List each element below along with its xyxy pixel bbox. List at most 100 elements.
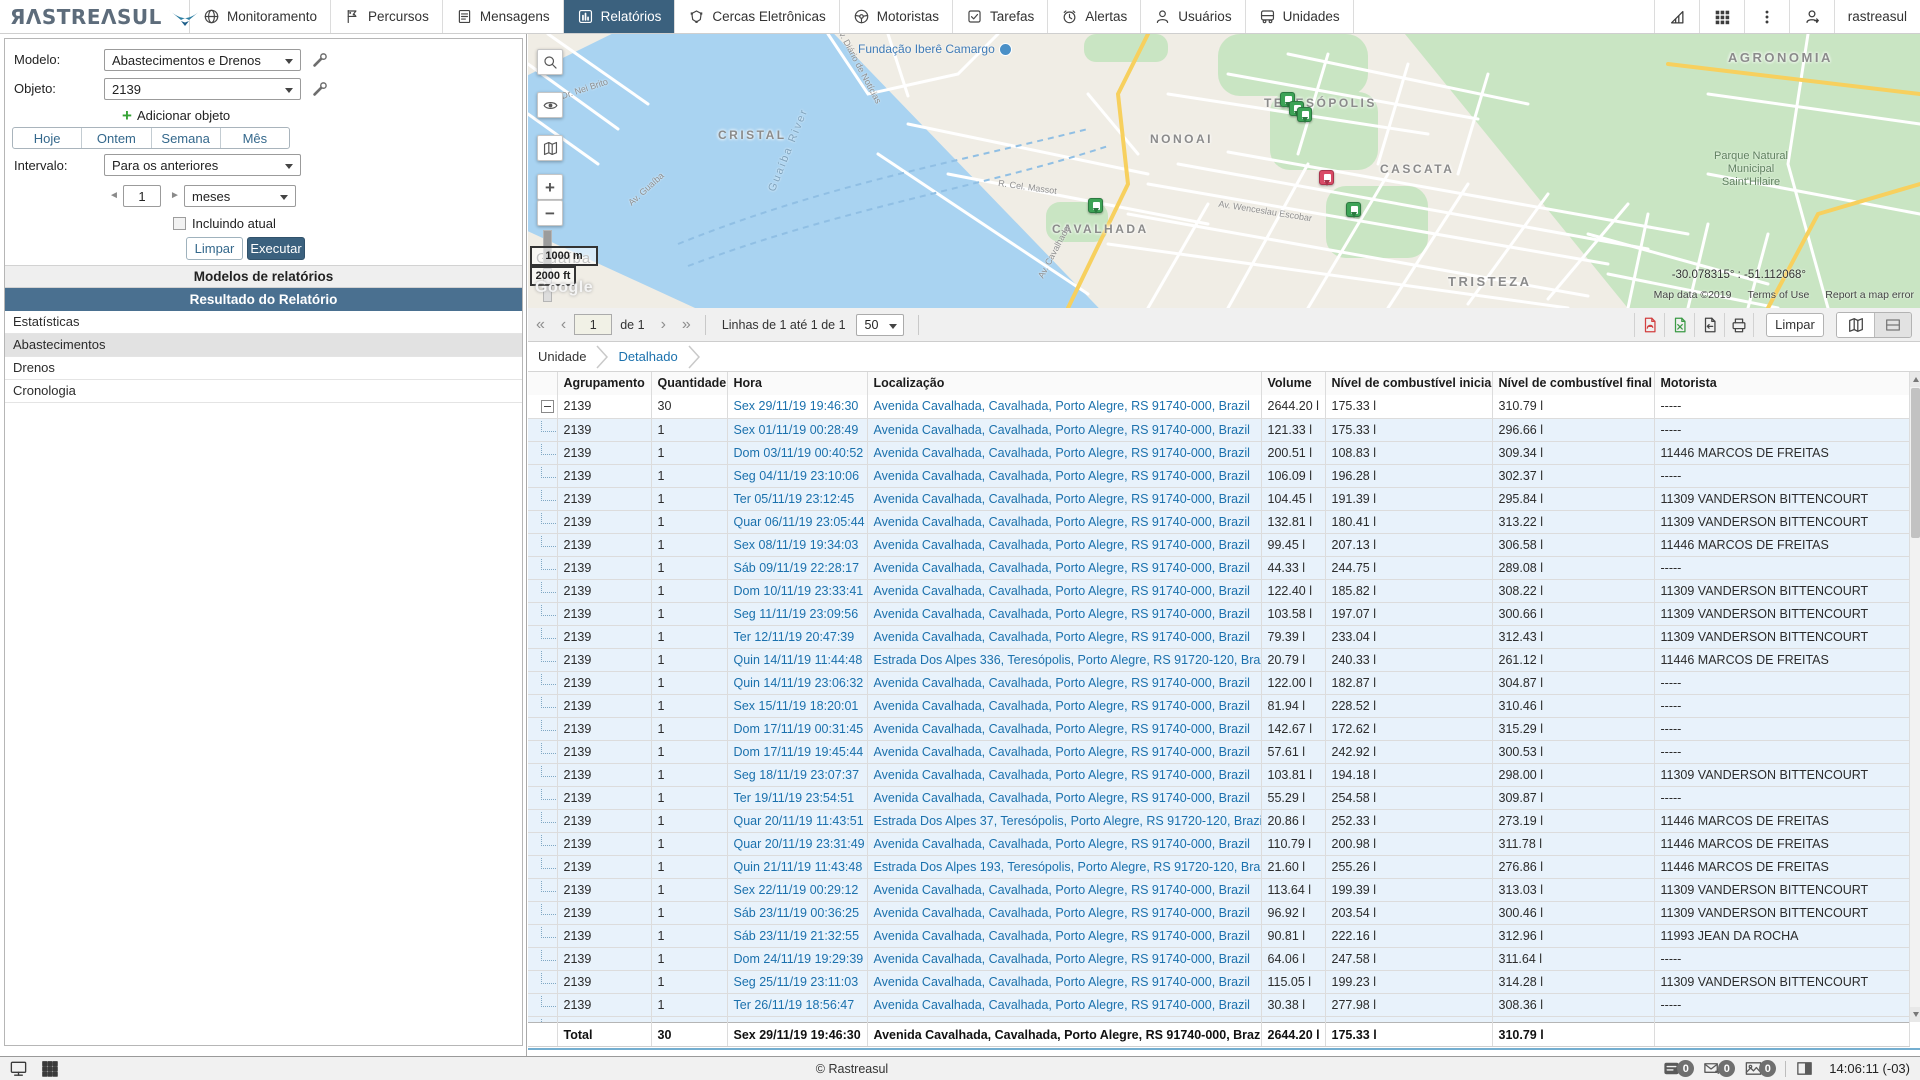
table-row[interactable]: 21391Sex 01/11/19 00:28:49Avenida Cavalh… [528,418,1909,441]
spin-down-icon[interactable]: ◄ [109,190,119,201]
range-hoje-button[interactable]: Hoje [13,128,82,148]
result-item-abastecimentos[interactable]: Abastecimentos [5,334,522,357]
table-scrollbar[interactable] [1909,372,1920,1022]
first-page-button[interactable]: « [528,316,553,334]
column-header[interactable] [528,372,557,395]
table-row[interactable]: 21391Seg 25/11/19 23:11:03Avenida Cavalh… [528,970,1909,993]
tab-percursos[interactable]: Percursos [331,0,443,33]
executar-button[interactable]: Executar [247,237,305,260]
counter-image-status-icon[interactable]: 0 [1744,1059,1776,1078]
column-header[interactable]: Nível de combustível final [1492,372,1654,395]
objeto-select[interactable]: 2139 [104,78,301,100]
zoom-out-button[interactable]: − [537,200,563,226]
fuel-event-marker[interactable] [1088,198,1103,213]
table-row[interactable]: 21391Quar 20/11/19 23:31:49Avenida Caval… [528,832,1909,855]
column-header[interactable]: Quantidade [651,372,727,395]
split-view-toggle[interactable] [1874,313,1911,337]
page-number-input[interactable]: 1 [574,314,612,335]
map-canvas[interactable]: TERESÓPOLISCRISTALNONOAICASCATACAVALHADA… [528,34,1920,308]
measure-button[interactable] [1654,0,1699,33]
map-search-button[interactable] [537,49,563,75]
table-row[interactable]: 21391Dom 24/11/19 19:29:39Avenida Cavalh… [528,947,1909,970]
table-row[interactable]: 21391Ter 19/11/19 23:54:51Avenida Cavalh… [528,786,1909,809]
scrollbar-thumb[interactable] [1911,388,1920,538]
account-button[interactable] [1789,0,1834,33]
zoom-in-button[interactable]: + [537,174,563,200]
apps-button[interactable] [1699,0,1744,33]
table-row[interactable]: 21391Dom 17/11/19 00:31:45Avenida Cavalh… [528,717,1909,740]
table-row[interactable]: 21391Ter 26/11/19 18:56:47Avenida Cavalh… [528,993,1909,1016]
table-row[interactable]: 213930Sex 29/11/19 19:46:30Avenida Caval… [528,395,1909,418]
table-row[interactable]: 21391Sáb 23/11/19 21:32:55Avenida Cavalh… [528,924,1909,947]
grid-icon[interactable] [40,1059,59,1078]
result-tab-detalhado[interactable]: Detalhado [618,349,677,364]
modelo-settings-wrench-icon[interactable] [311,51,329,69]
tab-tarefas[interactable]: Tarefas [953,0,1048,33]
range-semana-button[interactable]: Semana [152,128,221,148]
panel-layout-icon[interactable] [1795,1059,1814,1078]
result-item-drenos[interactable]: Drenos [5,357,522,380]
column-header[interactable]: Localização [867,372,1261,395]
scroll-down-icon[interactable] [1910,1007,1920,1022]
limpar-results-button[interactable]: Limpar [1766,313,1824,337]
table-row[interactable]: 21391Seg 11/11/19 23:09:56Avenida Cavalh… [528,602,1909,625]
table-row[interactable]: 21391Dom 17/11/19 19:45:44Avenida Cavalh… [528,740,1909,763]
tab-mensagens[interactable]: Mensagens [443,0,564,33]
table-row[interactable]: 21391Seg 04/11/19 23:10:06Avenida Cavalh… [528,464,1909,487]
column-header[interactable]: Motorista [1654,372,1909,395]
monitor-icon[interactable] [9,1059,28,1078]
map-layers-button[interactable] [537,135,563,161]
tab-alertas[interactable]: Alertas [1048,0,1141,33]
table-row[interactable]: 21391Sex 08/11/19 19:34:03Avenida Cavalh… [528,533,1909,556]
report-error-link[interactable]: Report a map error [1825,289,1914,301]
table-row[interactable]: 21391Sex 15/11/19 18:20:01Avenida Cavalh… [528,694,1909,717]
range-ontem-button[interactable]: Ontem [82,128,151,148]
collapse-minus-icon[interactable] [541,400,554,413]
fuel-event-marker[interactable] [1297,107,1312,122]
result-section-header[interactable]: Resultado do Relatório [5,288,522,311]
column-header[interactable]: Agrupamento [557,372,651,395]
last-page-button[interactable]: » [674,316,699,334]
drain-event-marker[interactable] [1319,170,1334,185]
map-visibility-button[interactable] [537,92,563,118]
objeto-settings-wrench-icon[interactable] [311,80,329,98]
tab-relatorios[interactable]: Relatórios [564,0,676,33]
range-mes-button[interactable]: Mês [221,128,289,148]
result-tab-unidade[interactable]: Unidade [538,349,586,364]
modelo-select[interactable]: Abastecimentos e Drenos [104,49,301,71]
period-unit-select[interactable]: meses [184,185,296,207]
models-section-header[interactable]: Modelos de relatórios [5,265,522,288]
including-current-checkbox[interactable] [173,217,186,230]
username[interactable]: rastreasul [1834,0,1920,33]
tab-motoristas[interactable]: Motoristas [840,0,953,33]
intervalo-select[interactable]: Para os anteriores [104,154,301,176]
column-header[interactable]: Volume [1261,372,1325,395]
tab-unidades[interactable]: Unidades [1246,0,1354,33]
map-view-toggle[interactable] [1837,313,1874,337]
counter-messages-status-icon[interactable]: 0 [1662,1059,1694,1078]
tab-monitoramento[interactable]: Monitoramento [190,0,331,33]
table-row[interactable]: 21391Dom 03/11/19 00:40:52Avenida Cavalh… [528,441,1909,464]
column-header[interactable]: Nível de combustível inicial [1325,372,1492,395]
table-row[interactable]: 21391Seg 18/11/19 23:07:37Avenida Cavalh… [528,763,1909,786]
table-row[interactable]: 21391Quar 20/11/19 11:43:51Estrada Dos A… [528,809,1909,832]
print-button[interactable] [1724,313,1754,337]
counter-mail-status-icon[interactable]: 0 [1703,1059,1735,1078]
table-row[interactable]: 21391Sáb 09/11/19 22:28:17Avenida Cavalh… [528,556,1909,579]
period-count-input[interactable]: 1 [123,185,161,207]
limpar-form-button[interactable]: Limpar [186,237,243,260]
table-row[interactable]: 21391Dom 10/11/19 23:33:41Avenida Cavalh… [528,579,1909,602]
next-page-button[interactable]: › [653,316,674,334]
spin-up-icon[interactable]: ► [170,190,180,201]
table-row[interactable]: 21391Ter 12/11/19 20:47:39Avenida Cavalh… [528,625,1909,648]
scroll-up-icon[interactable] [1910,372,1920,387]
table-row[interactable]: 21391Quin 14/11/19 23:06:32Avenida Caval… [528,671,1909,694]
pane-splitter[interactable] [528,1048,1920,1050]
column-header[interactable]: Hora [727,372,867,395]
page-size-select[interactable]: 50 [856,314,904,336]
poi-ibere-camargo[interactable]: Fundação Iberê Camargo [858,42,1012,56]
prev-page-button[interactable]: ‹ [553,316,574,334]
collapse-cell[interactable] [528,395,557,418]
table-row[interactable]: 21391Quar 06/11/19 23:05:44Avenida Caval… [528,510,1909,533]
fuel-event-marker[interactable] [1346,202,1361,217]
